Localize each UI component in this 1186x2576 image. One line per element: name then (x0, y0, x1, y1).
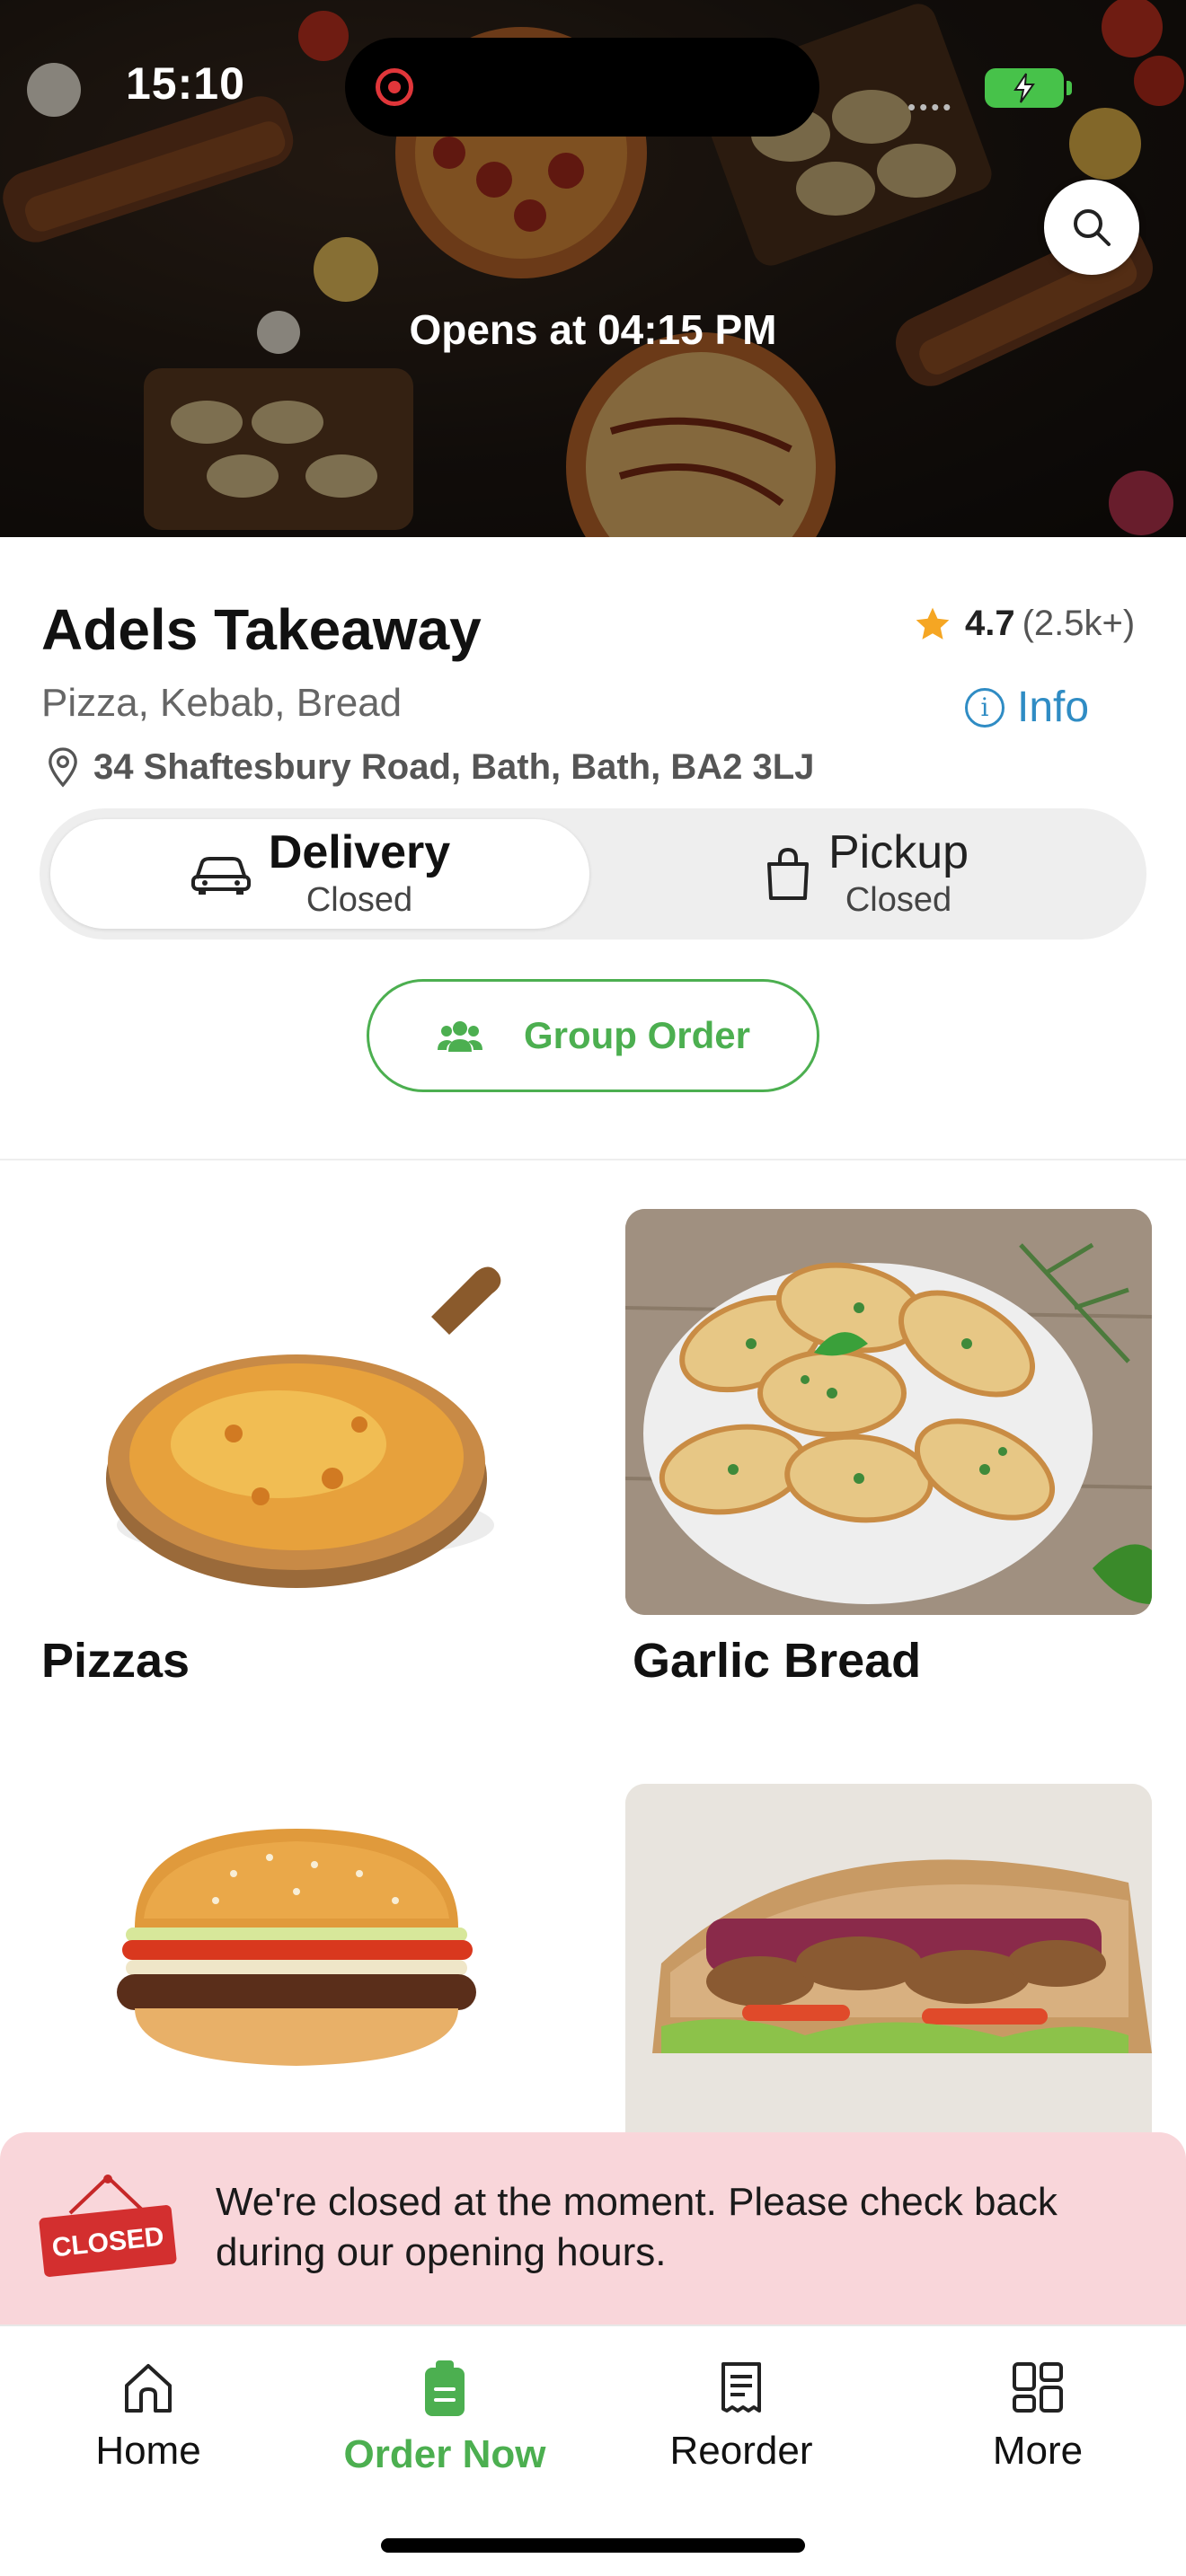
pickup-option[interactable]: Pickup Closed (597, 819, 1136, 929)
section-divider (0, 1159, 1186, 1160)
address-text: 34 Shaftesbury Road, Bath, Bath, BA2 3LJ (93, 746, 815, 787)
search-icon (1074, 209, 1111, 246)
info-link[interactable]: i Info (965, 683, 1089, 732)
search-button[interactable] (1044, 180, 1139, 275)
grid-icon (1013, 2362, 1063, 2413)
cuisine-list: Pizza, Kebab, Bread (41, 681, 403, 725)
group-order-button[interactable]: Group Order (367, 979, 819, 1092)
delivery-option[interactable]: Delivery Closed (50, 819, 589, 929)
group-order-label: Group Order (523, 1014, 751, 1056)
burger-image (117, 1829, 476, 2066)
category-kebabs-image[interactable] (625, 1784, 1152, 2190)
info-label: Info (1017, 684, 1090, 731)
order-now-icon (425, 2360, 465, 2416)
opening-time-text: Opens at 04:15 PM (409, 306, 777, 353)
tab-home-label: Home (95, 2429, 201, 2473)
dynamic-island (345, 38, 819, 137)
battery-charging-icon (985, 68, 1072, 108)
closed-message: We're closed at the moment. Please check… (216, 2180, 1058, 2274)
hero-banner: 15:10 •••• Opens at 04:15 PM (0, 0, 1186, 537)
tab-order-now-label: Order Now (343, 2432, 546, 2476)
closed-notice-banner: CLOSED We're closed at the moment. Pleas… (0, 2132, 1186, 2325)
closed-sign-icon: CLOSED (39, 2175, 177, 2277)
pickup-status: Closed (845, 881, 952, 919)
restaurant-name: Adels Takeaway (41, 597, 482, 662)
category-garlic-bread-image[interactable] (625, 1209, 1152, 1615)
home-icon (125, 2364, 172, 2413)
restaurant-address: 34 Shaftesbury Road, Bath, Bath, BA2 3LJ (45, 745, 814, 789)
pickup-label: Pickup (828, 826, 969, 878)
category-pizzas-image[interactable] (36, 1209, 562, 1615)
kebab-image (625, 1784, 1152, 2190)
delivery-status: Closed (305, 881, 413, 919)
info-icon: i (965, 687, 1005, 728)
status-bar-time: 15:10 (126, 58, 245, 109)
tab-order-now[interactable]: Order Now (296, 2359, 593, 2477)
order-mode-toggle: Delivery Closed Pickup Closed (40, 808, 1146, 940)
cellular-signal-icon: •••• (907, 93, 955, 120)
screen-recording-icon (376, 68, 413, 106)
delivery-label: Delivery (268, 826, 451, 878)
category-pizzas-label[interactable]: Pizzas (41, 1633, 190, 1689)
receipt-icon (721, 2362, 761, 2413)
category-garlic-bread-label[interactable]: Garlic Bread (633, 1633, 921, 1689)
rating-score: 4.7 (965, 604, 1015, 643)
tab-more[interactable]: More (890, 2359, 1186, 2474)
tab-reorder-label: Reorder (669, 2429, 813, 2473)
category-burgers-image[interactable] (36, 1784, 562, 2190)
tab-home[interactable]: Home (0, 2359, 296, 2474)
star-icon (916, 607, 950, 640)
tab-reorder[interactable]: Reorder (593, 2359, 890, 2474)
group-users-icon (437, 1021, 482, 1052)
rating: 4.7 (2.5k+) (913, 604, 1135, 644)
location-pin-icon (49, 747, 77, 788)
garlic-bread-image (625, 1209, 1152, 1615)
home-indicator[interactable] (381, 2538, 805, 2553)
rating-count: (2.5k+) (1022, 604, 1136, 643)
car-icon (190, 857, 251, 895)
pizza-image (106, 1266, 501, 1588)
tab-more-label: More (992, 2429, 1084, 2473)
shopping-bag-icon (766, 847, 809, 900)
